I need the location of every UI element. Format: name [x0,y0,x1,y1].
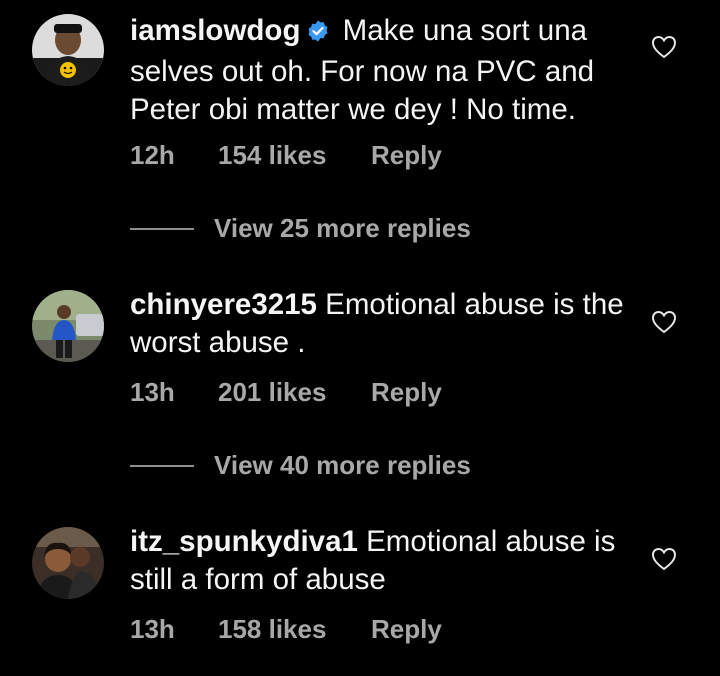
reply-button[interactable]: Reply [371,377,442,408]
view-more-replies-label: View 25 more replies [214,213,471,243]
comment-time: 12h [130,140,175,170]
comment-body: itz_spunkydiva1 Emotional abuse is still… [130,523,630,599]
heart-outline-icon[interactable] [651,310,677,334]
verified-badge-icon [306,15,330,53]
comment-body: chinyere3215 Emotional abuse is the wors… [130,286,630,362]
comment-time: 13h [130,614,175,644]
heart-outline-icon[interactable] [651,547,677,571]
comment-likes[interactable]: 158 likes [218,614,326,645]
reply-button[interactable]: Reply [371,614,442,645]
view-more-replies-button[interactable]: View 40 more replies [130,450,530,480]
comment-likes[interactable]: 201 likes [218,377,326,408]
reply-button[interactable]: Reply [371,140,442,171]
heart-outline-icon[interactable] [651,35,677,59]
view-more-replies-button[interactable]: View 25 more replies [130,213,530,243]
divider-line [130,465,194,467]
view-more-replies-label: View 40 more replies [214,450,471,480]
avatar[interactable] [32,527,104,599]
comment-likes[interactable]: 154 likes [218,140,326,171]
comment-body: iamslowdog Make una sort una selves out … [130,12,630,129]
comment-username[interactable]: chinyere3215 [130,288,317,321]
comment-username[interactable]: itz_spunkydiva1 [130,525,358,558]
comment-username[interactable]: iamslowdog [130,14,300,47]
comment-time: 13h [130,377,175,407]
avatar[interactable] [32,14,104,86]
divider-line [130,228,194,230]
avatar[interactable] [32,290,104,362]
